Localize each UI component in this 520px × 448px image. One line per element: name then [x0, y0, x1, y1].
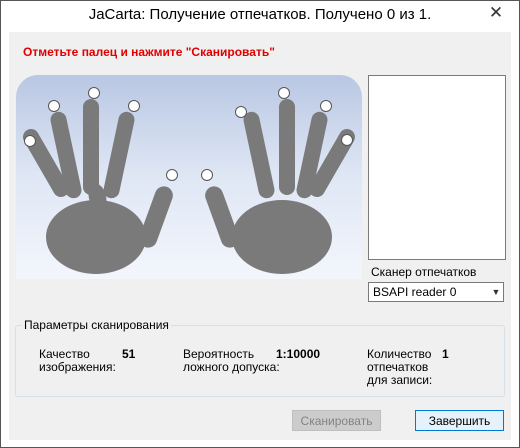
- scanner-select[interactable]: BSAPI reader 0 ▼: [368, 282, 504, 302]
- finger-selector-right-middle[interactable]: [278, 87, 290, 99]
- right-hand-icon[interactable]: [203, 99, 358, 274]
- finger-selector-left-thumb[interactable]: [166, 169, 178, 181]
- dialog-content: Отметьте палец и нажмите "Сканировать" С…: [9, 32, 511, 440]
- quality-label: Качество изображения:: [39, 347, 116, 374]
- dialog-window: JaCarta: Получение отпечатков. Получено …: [0, 0, 520, 448]
- window-title: JaCarta: Получение отпечатков. Получено …: [88, 6, 432, 23]
- finger-selector-right-index[interactable]: [235, 106, 247, 118]
- far-label: Вероятность ложного допуска:: [183, 347, 280, 374]
- finger-selector-left-little[interactable]: [24, 135, 36, 147]
- quality-value: 51: [122, 347, 136, 361]
- title-bar[interactable]: JaCarta: Получение отпечатков. Получено …: [1, 1, 519, 31]
- scan-button[interactable]: Сканировать: [292, 410, 381, 431]
- close-icon: ✕: [488, 2, 504, 22]
- finger-selector-right-ring[interactable]: [320, 100, 332, 112]
- chevron-down-icon[interactable]: ▼: [489, 287, 503, 297]
- finger-selector-left-middle[interactable]: [88, 87, 100, 99]
- scan-params-title: Параметры сканирования: [22, 318, 171, 332]
- scanner-select-value: BSAPI reader 0: [373, 285, 457, 299]
- far-value: 1:10000: [276, 347, 321, 361]
- finger-selector-right-thumb[interactable]: [201, 169, 213, 181]
- instruction-text: Отметьте палец и нажмите "Сканировать": [23, 45, 275, 59]
- scanner-preview: [368, 75, 506, 260]
- close-button[interactable]: ✕: [481, 2, 511, 23]
- finish-button[interactable]: Завершить: [415, 410, 504, 431]
- finger-selector-right-little[interactable]: [341, 134, 353, 146]
- scan-params-group: Параметры сканирования Качество изображе…: [15, 318, 505, 397]
- hands-panel: [16, 75, 362, 279]
- finger-selector-left-ring[interactable]: [48, 100, 60, 112]
- count-value: 1: [442, 347, 449, 361]
- left-hand-icon[interactable]: [20, 99, 175, 274]
- finger-selector-left-index[interactable]: [128, 100, 140, 112]
- count-label: Количество отпечатков для записи:: [367, 347, 433, 387]
- scanner-label: Сканер отпечатков: [371, 265, 477, 279]
